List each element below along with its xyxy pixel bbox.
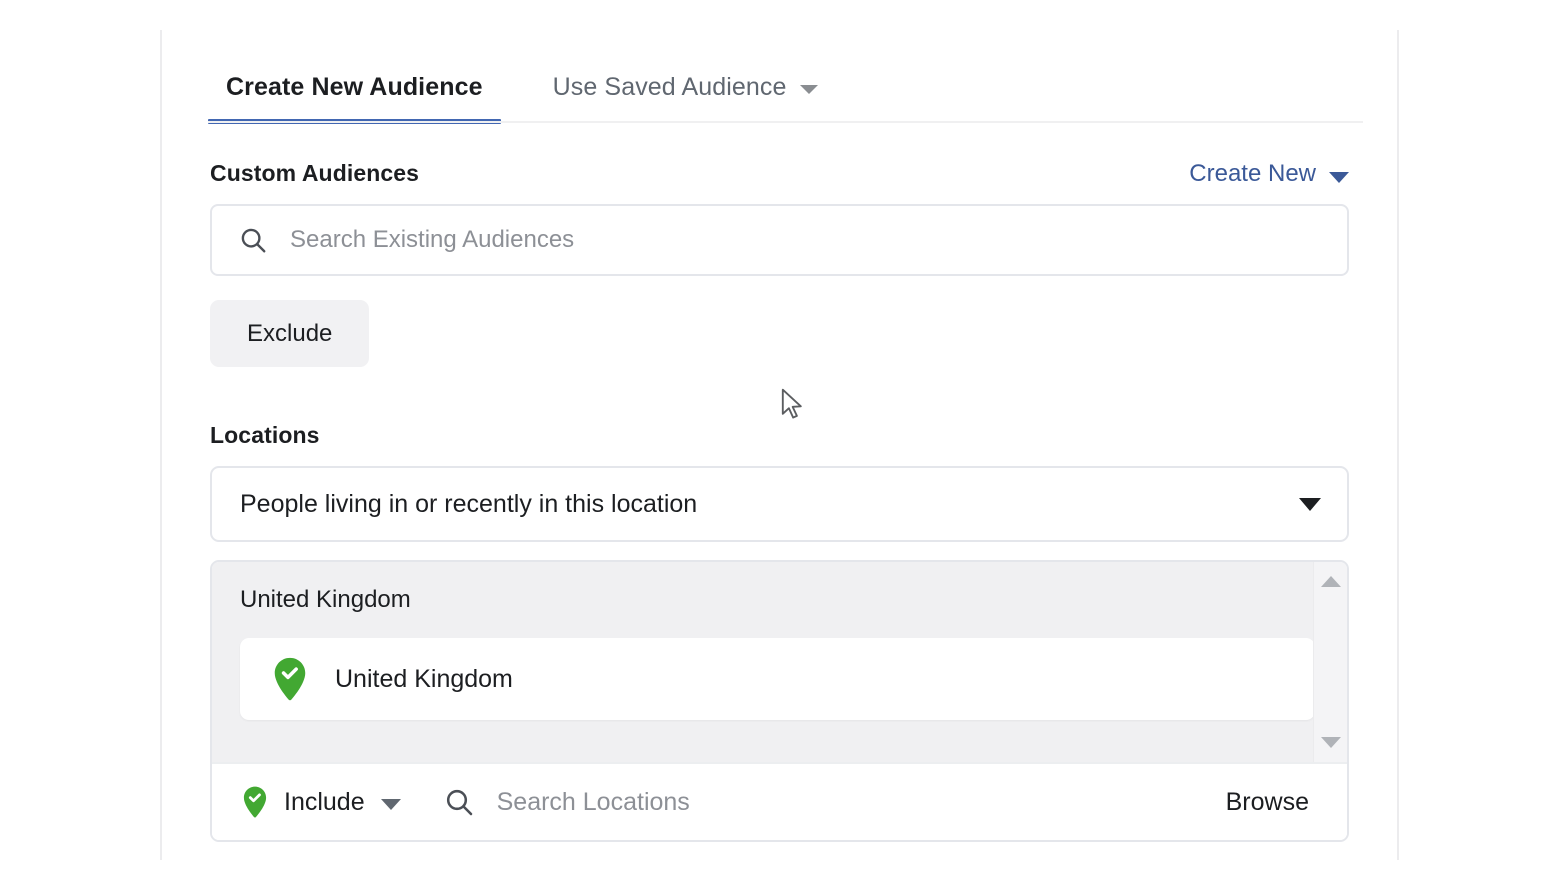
location-search-field[interactable]: Search Locations	[443, 786, 1226, 818]
map-pin-check-icon	[243, 786, 267, 818]
location-search-placeholder: Search Locations	[496, 787, 690, 816]
chevron-down-icon	[1329, 171, 1349, 183]
tab-create-new-audience[interactable]: Create New Audience	[208, 73, 501, 124]
screen-root: Create New Audience Use Saved Audience C…	[0, 0, 1548, 884]
chevron-down-icon	[380, 798, 401, 810]
location-scope-value: People living in or recently in this loc…	[240, 489, 698, 518]
exclude-button[interactable]: Exclude	[210, 300, 370, 367]
locations-scrollbar[interactable]	[1313, 562, 1347, 762]
audience-search-placeholder: Search Existing Audiences	[290, 226, 575, 253]
chevron-down-icon	[799, 85, 818, 94]
audience-panel: Create New Audience Use Saved Audience C…	[160, 30, 1399, 860]
tab-use-saved-audience[interactable]: Use Saved Audience	[553, 73, 818, 124]
tab-use-saved-audience-label: Use Saved Audience	[552, 73, 787, 101]
chevron-down-icon	[1299, 497, 1321, 511]
include-mode-label: Include	[284, 787, 365, 816]
tab-create-new-audience-label: Create New Audience	[226, 73, 483, 101]
create-new-audience-label: Create New	[1189, 160, 1316, 187]
map-pin-check-icon	[274, 657, 306, 701]
tabs-divider	[208, 121, 1363, 123]
browse-locations-button[interactable]: Browse	[1226, 788, 1317, 817]
location-scope-select[interactable]: People living in or recently in this loc…	[210, 466, 1349, 542]
list-item-label: United Kingdom	[335, 664, 513, 693]
search-icon	[241, 228, 266, 253]
custom-audiences-title: Custom Audiences	[210, 160, 420, 186]
custom-audiences-section: Custom Audiences Create New Search Exist…	[162, 124, 1397, 842]
locations-title: Locations	[210, 422, 320, 448]
create-new-audience-button[interactable]: Create New	[1189, 160, 1349, 188]
include-mode-select[interactable]: Include	[242, 786, 401, 818]
locations-scroll-area: United Kingdom United Kingdom	[212, 562, 1347, 762]
list-item[interactable]: United Kingdom	[240, 638, 1315, 720]
audience-tabs: Create New Audience Use Saved Audience	[162, 30, 1397, 124]
locations-list-container: United Kingdom United Kingdom Include Se…	[210, 560, 1349, 842]
scroll-down-arrow-icon[interactable]	[1320, 737, 1341, 748]
locations-toolbar: Include Search Locations Browse	[212, 762, 1347, 840]
custom-audiences-header: Custom Audiences Create New	[210, 124, 1349, 188]
locations-group-label: United Kingdom	[240, 586, 411, 613]
audience-search-field[interactable]: Search Existing Audiences	[210, 204, 1349, 276]
scroll-up-arrow-icon[interactable]	[1320, 576, 1341, 587]
search-icon	[446, 789, 472, 816]
